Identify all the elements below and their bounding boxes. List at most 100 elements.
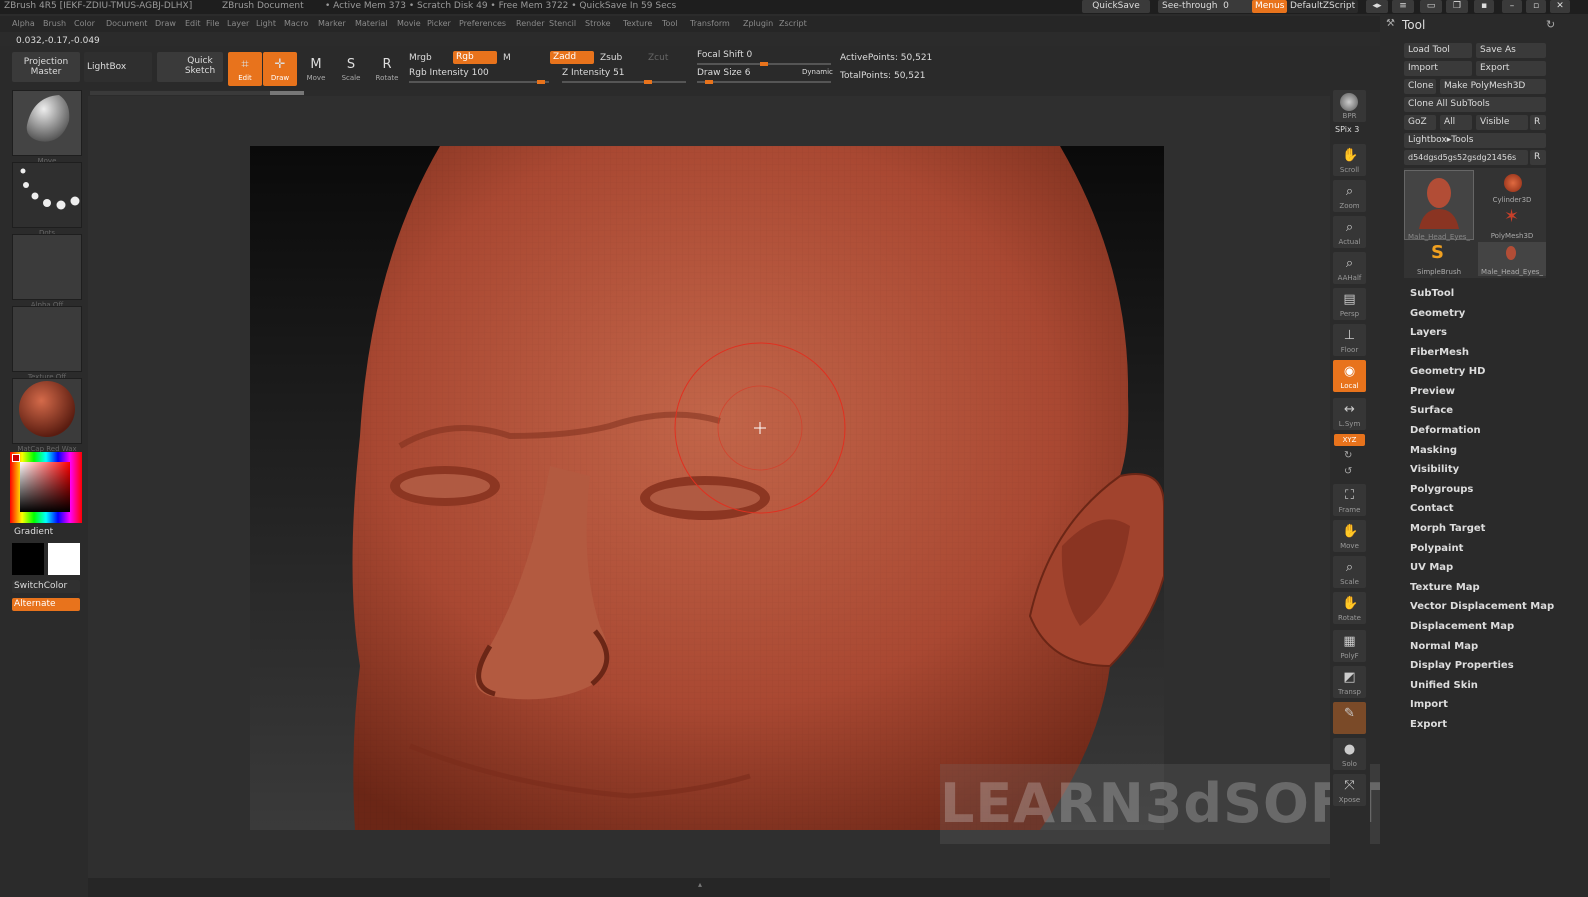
tool-thumb-male-head[interactable]: Male_Head_Eyes_ — [1478, 242, 1546, 276]
window-icon[interactable]: ▭ — [1420, 0, 1442, 13]
current-tool-r-button[interactable]: R — [1530, 150, 1546, 165]
secondary-color-swatch[interactable] — [48, 543, 80, 575]
menu-material[interactable]: Material — [355, 19, 388, 28]
quicksave-button[interactable]: QuickSave — [1082, 0, 1150, 13]
menu-brush[interactable]: Brush — [43, 19, 66, 28]
document-viewport[interactable] — [250, 146, 1164, 830]
import-button[interactable]: Import — [1404, 61, 1472, 76]
section-contact[interactable]: Contact — [1410, 503, 1454, 514]
tool-thumb-cylinder[interactable]: Cylinder3D — [1478, 170, 1546, 204]
goz-r-button[interactable]: R — [1530, 115, 1546, 130]
spix-slider[interactable]: SPix 3 — [1335, 125, 1359, 134]
z-intensity-knob[interactable] — [644, 80, 652, 84]
rgb-toggle[interactable]: Rgb — [453, 51, 497, 64]
edit-button[interactable]: ⌗ Edit — [228, 52, 262, 86]
menu-macro[interactable]: Macro — [284, 19, 308, 28]
z-intensity-track[interactable] — [562, 80, 686, 84]
section-texture-map[interactable]: Texture Map — [1410, 582, 1480, 593]
move-button[interactable]: M Move — [299, 52, 333, 86]
menu-edit[interactable]: Edit — [185, 19, 201, 28]
menu-transform[interactable]: Transform — [690, 19, 730, 28]
windows-icon[interactable]: ❐ — [1446, 0, 1468, 13]
rgb-intensity-track[interactable] — [409, 80, 549, 84]
focal-shift-slider[interactable]: Focal Shift 0 — [697, 50, 752, 60]
zadd-toggle[interactable]: Zadd — [550, 51, 594, 64]
section-visibility[interactable]: Visibility — [1410, 464, 1459, 475]
ghost-button[interactable]: ✎ — [1333, 702, 1366, 734]
section-masking[interactable]: Masking — [1410, 445, 1457, 456]
document-scrollbar-thumb[interactable] — [270, 91, 304, 95]
zcut-toggle[interactable]: Zcut — [648, 53, 668, 63]
material-thumbnail[interactable]: MatCap Red Wax — [12, 378, 82, 453]
section-vector-displacement-map[interactable]: Vector Displacement Map — [1410, 601, 1554, 612]
section-polygroups[interactable]: Polygroups — [1410, 484, 1473, 495]
tool-thumb-male-head-active[interactable]: Male_Head_Eyes_ — [1404, 170, 1474, 241]
tool-thumb-polymesh[interactable]: ✶ PolyMesh3D — [1478, 206, 1546, 240]
menu-movie[interactable]: Movie — [397, 19, 421, 28]
saturation-square[interactable] — [20, 462, 70, 512]
alternate-button[interactable]: Alternate — [12, 598, 80, 611]
draw-size-slider[interactable]: Draw Size 6 — [697, 68, 750, 78]
alpha-thumbnail[interactable]: Alpha Off — [12, 234, 82, 309]
draw-button[interactable]: ✛ Draw — [263, 52, 297, 86]
polyf-button[interactable]: ▦ PolyF — [1333, 630, 1366, 662]
lsym-button[interactable]: ↔ L.Sym — [1333, 398, 1366, 430]
menus-button[interactable]: Menus — [1252, 0, 1288, 13]
rotate-button[interactable]: R Rotate — [370, 52, 404, 86]
default-zscript-button[interactable]: DefaultZScript — [1287, 0, 1359, 13]
quick-sketch-button[interactable]: Quick Sketch — [157, 52, 223, 82]
section-layers[interactable]: Layers — [1410, 327, 1447, 338]
section-unified-skin[interactable]: Unified Skin — [1410, 680, 1478, 691]
aahalf-button[interactable]: ⌕ AAHalf — [1333, 252, 1366, 284]
rotate-y-icon[interactable]: ↻ — [1344, 450, 1352, 461]
section-fibermesh[interactable]: FiberMesh — [1410, 347, 1469, 358]
expand-arrow-icon[interactable]: ▴ — [698, 880, 702, 889]
goz-visible-button[interactable]: Visible — [1476, 115, 1528, 130]
section-geometry-hd[interactable]: Geometry HD — [1410, 366, 1485, 377]
m-toggle[interactable]: M — [503, 53, 511, 63]
panel-refresh-icon[interactable]: ↻ — [1546, 18, 1555, 31]
rgb-intensity-slider[interactable]: Rgb Intensity 100 — [409, 68, 489, 78]
scale-button[interactable]: S Scale — [334, 52, 368, 86]
load-tool-button[interactable]: Load Tool — [1404, 43, 1472, 58]
tool-thumb-simplebrush[interactable]: S SimpleBrush — [1404, 242, 1474, 276]
draw-size-knob[interactable] — [705, 80, 713, 84]
projection-master-button[interactable]: Projection Master — [12, 52, 80, 82]
draw-size-track[interactable] — [697, 80, 831, 84]
focal-shift-knob[interactable] — [760, 62, 768, 66]
shelf-scale-button[interactable]: ⌕ Scale — [1333, 556, 1366, 588]
xpose-button[interactable]: ⤧ Xpose — [1333, 774, 1366, 806]
menu-stencil[interactable]: Stencil — [549, 19, 576, 28]
persp-button[interactable]: ▤ Persp — [1333, 288, 1366, 320]
mrgb-toggle[interactable]: Mrgb — [409, 53, 432, 63]
section-surface[interactable]: Surface — [1410, 405, 1453, 416]
color-picker[interactable] — [10, 452, 82, 523]
document-scrollbar[interactable] — [90, 91, 304, 95]
menu-picker[interactable]: Picker — [427, 19, 451, 28]
menu-zscript[interactable]: Zscript — [779, 19, 807, 28]
zsub-toggle[interactable]: Zsub — [600, 53, 622, 63]
see-through-slider[interactable]: See-through 0 — [1158, 0, 1258, 13]
clone-button[interactable]: Clone — [1404, 79, 1436, 94]
bpr-button[interactable]: BPR — [1333, 90, 1366, 122]
section-subtool[interactable]: SubTool — [1410, 288, 1454, 299]
lightbox-tools-button[interactable]: Lightbox▸Tools — [1404, 133, 1546, 148]
main-color-swatch[interactable] — [12, 543, 44, 575]
current-tool-slider[interactable]: d54dgsd5gs52gsdg21456s — [1404, 150, 1528, 165]
section-uv-map[interactable]: UV Map — [1410, 562, 1453, 573]
minimize-icon[interactable]: – — [1502, 0, 1522, 13]
xyz-button[interactable]: XYZ — [1334, 434, 1365, 446]
rgb-intensity-knob[interactable] — [537, 80, 545, 84]
menu-draw[interactable]: Draw — [155, 19, 176, 28]
menu-preferences[interactable]: Preferences — [459, 19, 506, 28]
menu-file[interactable]: File — [206, 19, 219, 28]
rotate-z-icon[interactable]: ↺ — [1344, 466, 1352, 477]
transp-button[interactable]: ◩ Transp — [1333, 666, 1366, 698]
section-import[interactable]: Import — [1410, 699, 1448, 710]
lock-icon[interactable]: ▪ — [1474, 0, 1494, 13]
gradient-label[interactable]: Gradient — [14, 527, 53, 537]
zoom-button[interactable]: ⌕ Zoom — [1333, 180, 1366, 212]
layout-icon[interactable]: ≡ — [1392, 0, 1414, 13]
section-displacement-map[interactable]: Displacement Map — [1410, 621, 1514, 632]
scroll-button[interactable]: ✋ Scroll — [1333, 144, 1366, 176]
